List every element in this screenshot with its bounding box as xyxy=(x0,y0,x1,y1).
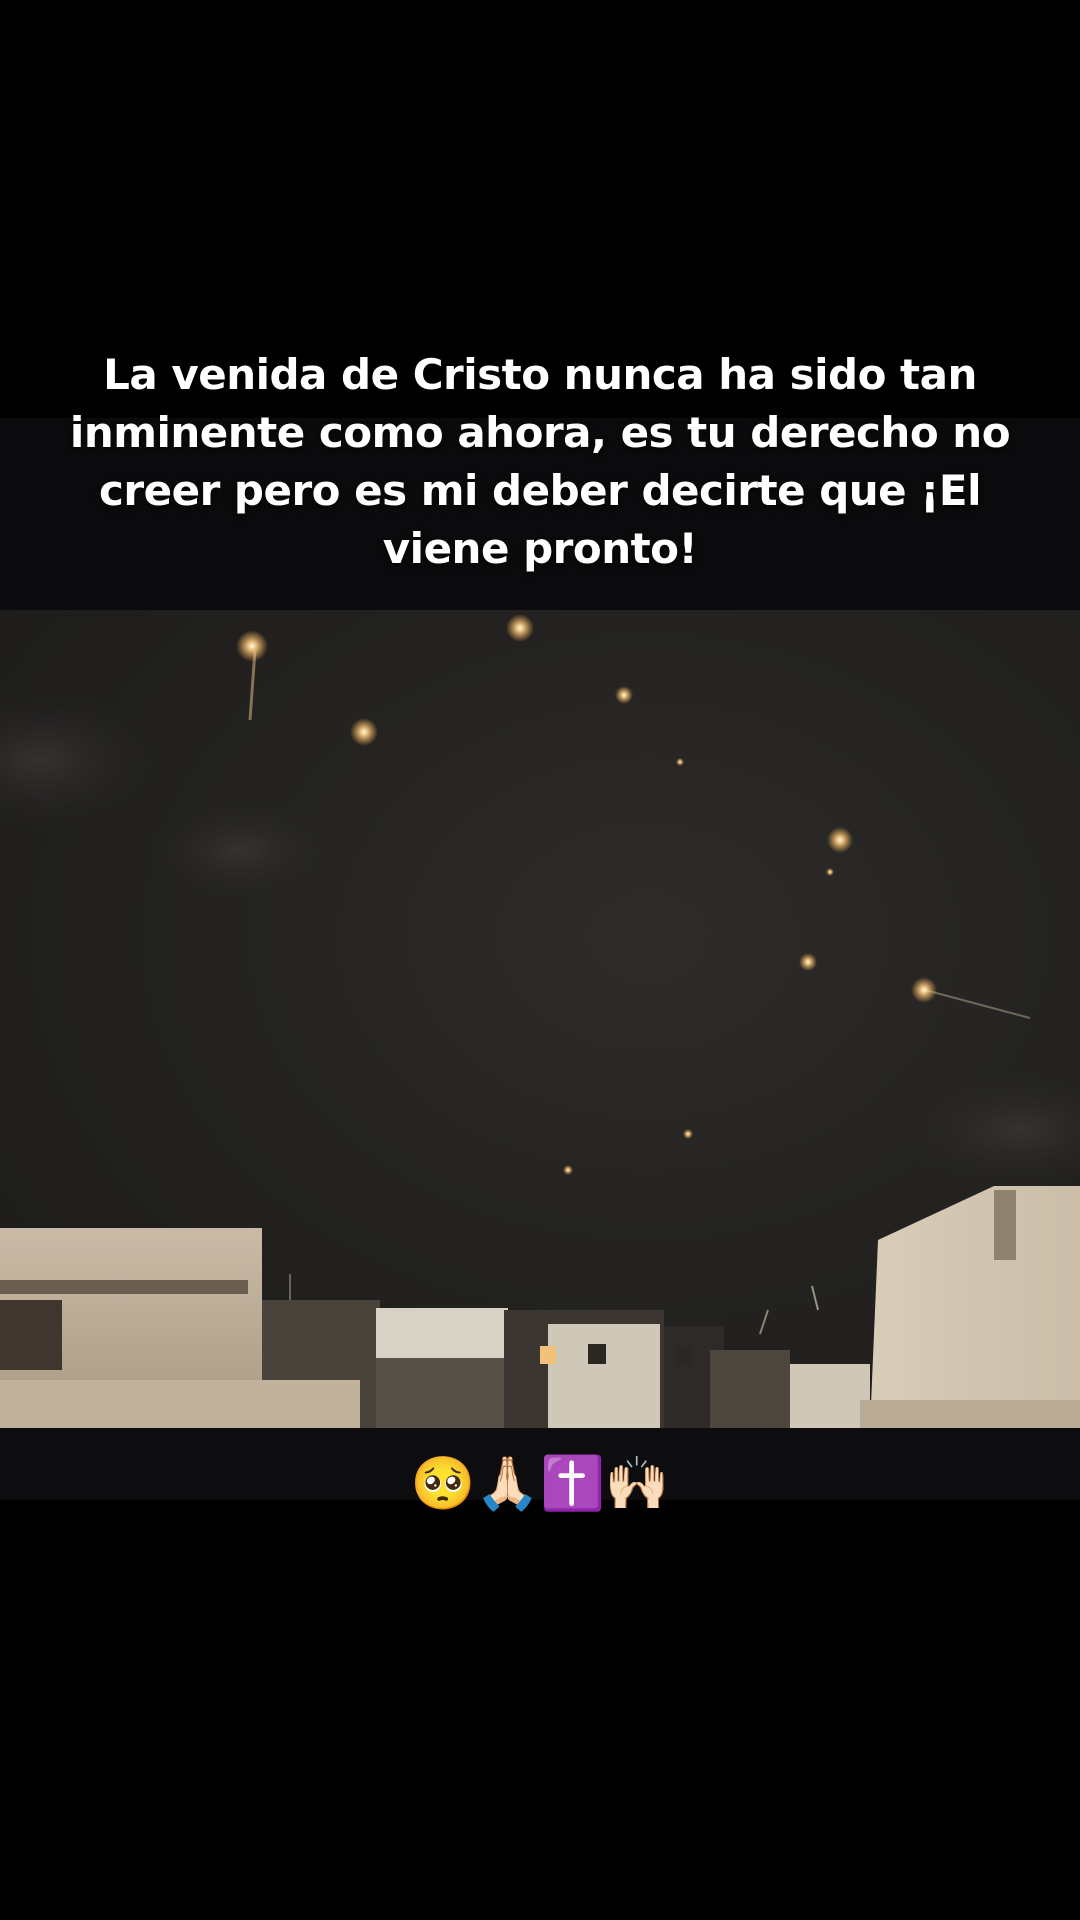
sky-light xyxy=(506,614,534,642)
sky-light xyxy=(799,953,817,971)
sky-light xyxy=(615,686,633,704)
sky-light xyxy=(563,1165,573,1175)
sky-light xyxy=(676,758,684,766)
night-sky-scene xyxy=(0,614,1080,1428)
sky-light xyxy=(683,1129,693,1139)
sky-light xyxy=(350,718,378,746)
sky-light xyxy=(911,977,937,1003)
rooftop-right-base xyxy=(860,1400,1080,1428)
cloud-haze xyxy=(900,1070,1080,1190)
window xyxy=(588,1344,606,1364)
light-trail xyxy=(924,989,1031,1019)
rooftop-left-base xyxy=(0,1380,360,1428)
video-frame[interactable] xyxy=(0,610,1080,1428)
distant-building xyxy=(376,1358,508,1428)
antenna xyxy=(759,1309,769,1335)
window xyxy=(676,1348,692,1364)
sky-light xyxy=(826,868,834,876)
lit-window xyxy=(540,1346,556,1364)
cloud-haze xyxy=(150,800,330,900)
video-screen: La venida de Cristo nunca ha sido tan in… xyxy=(0,0,1080,1920)
rooftop-right xyxy=(870,1186,1080,1428)
distant-building xyxy=(376,1308,508,1358)
video-caption: La venida de Cristo nunca ha sido tan in… xyxy=(69,350,1011,573)
distant-building xyxy=(790,1364,870,1428)
distant-building xyxy=(548,1324,660,1428)
rooftop-left-ledge xyxy=(0,1280,248,1294)
rooftop-right-notch xyxy=(994,1190,1016,1260)
distant-building xyxy=(710,1350,790,1428)
antenna xyxy=(811,1285,819,1311)
cloud-haze xyxy=(0,690,160,830)
sky-light xyxy=(827,827,853,853)
emoji-caption: 🥺🙏🏻✝️🙌🏻 xyxy=(410,1454,670,1514)
sky-light xyxy=(236,630,268,662)
rooftop-left-shadow xyxy=(0,1300,62,1370)
